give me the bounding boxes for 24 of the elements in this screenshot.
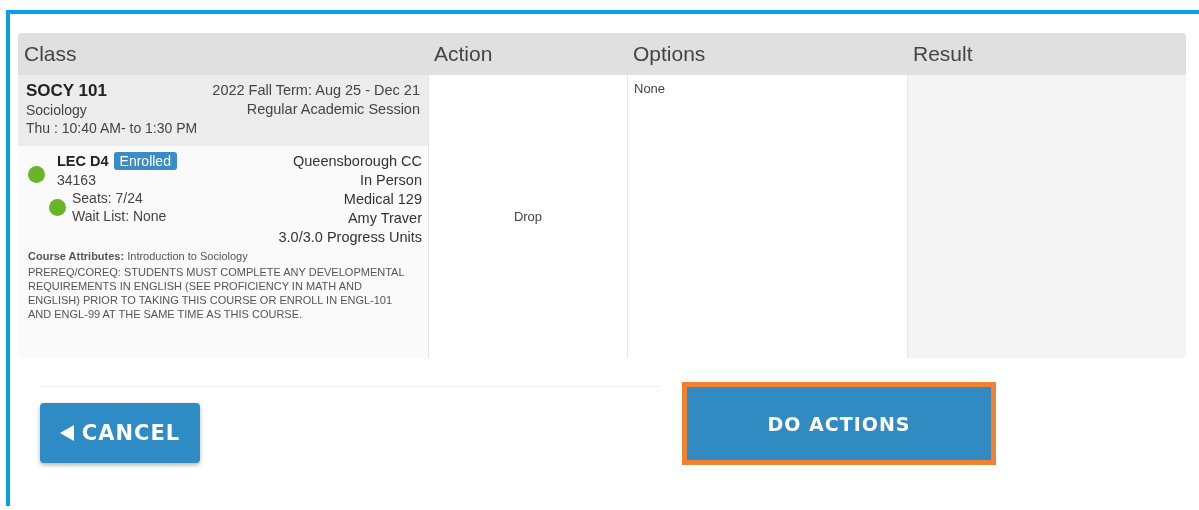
status-badge: Enrolled	[113, 152, 177, 170]
term-dates: 2022 Fall Term: Aug 25 - Dec 21	[212, 81, 420, 100]
section-detail: 3.0/3.0 Progress Units	[278, 228, 422, 247]
column-header: Options	[627, 33, 907, 75]
course-attributes: Course Attributes: Introduction to Sociology	[28, 250, 248, 262]
session-name: Regular Academic Session	[246, 99, 420, 119]
section-detail: In Person	[359, 171, 422, 190]
column-header: Action	[428, 33, 627, 75]
prerequisite-note: PREREQ/COREQ: STUDENTS MUST COMPLETE ANY DEVELOPMENTAL REQUIREMENTS IN ENGLISH (SEE PROFICIENCY IN MATH AND ENGLISH) PRIOR TO TAKING THIS COURSE OR ENROLL IN ENGL-101 AND ENGL-99 AT THE SAME TIME AS THIS COURSE.	[28, 265, 406, 321]
meeting-time: Thu : 10:40 AM- to 1:30 PM	[26, 119, 198, 138]
seats-count: Seats: 7/24	[72, 189, 144, 208]
course-code: SOCY 101	[26, 81, 108, 101]
section-name: LEC D4	[57, 153, 109, 169]
section-detail: Queensborough CC	[293, 152, 422, 171]
cancel-button[interactable]: CANCEL	[40, 403, 200, 463]
column-header: Class	[18, 33, 428, 75]
do-actions-button[interactable]: DO ACTIONS	[682, 382, 996, 465]
class-number: 34163	[57, 170, 97, 190]
section-detail: Medical 129	[343, 190, 422, 209]
column-header: Result	[907, 33, 1186, 75]
section-detail: Amy Traver	[347, 209, 422, 228]
wait-list: Wait List: None	[72, 207, 167, 226]
course-title: Sociology	[26, 101, 88, 120]
triangle-left-icon	[59, 425, 74, 441]
